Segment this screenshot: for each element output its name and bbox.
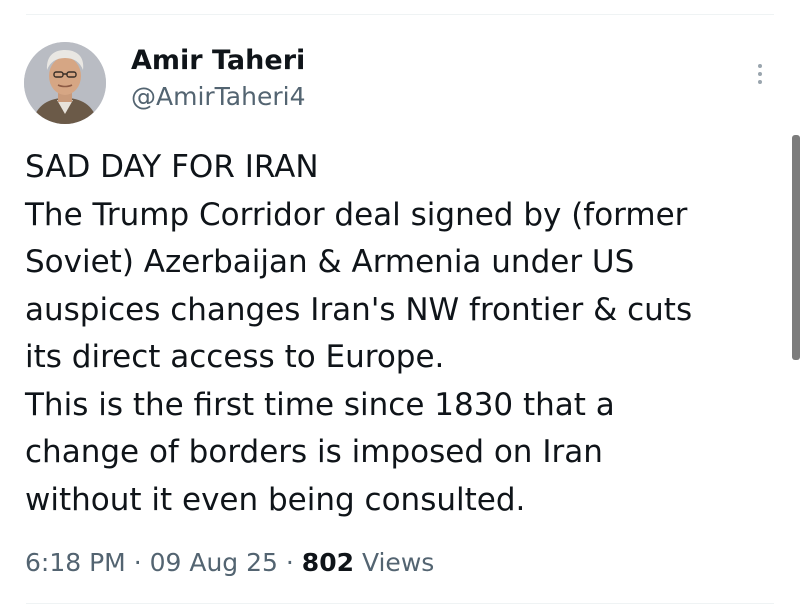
tweet-date[interactable]: 09 Aug 25: [150, 548, 278, 577]
tweet-line: without it even being consulted.: [25, 481, 526, 518]
tweet-time[interactable]: 6:18 PM: [25, 548, 126, 577]
tweet-line: change of borders is imposed on Iran: [25, 434, 603, 470]
bottom-divider: [26, 603, 774, 604]
separator: ·: [285, 548, 294, 577]
avatar[interactable]: [24, 42, 106, 124]
scrollbar[interactable]: [792, 135, 800, 360]
more-dot: [758, 72, 762, 76]
tweet-text: SAD DAY FOR IRAN The Trump Corridor deal…: [25, 144, 765, 524]
tweet-metadata: 6:18 PM · 09 Aug 25 · 802 Views: [25, 545, 434, 581]
more-dot: [758, 80, 762, 84]
tweet-line: its direct access to Europe.: [25, 339, 445, 375]
tweet-line: The Trump Corridor deal signed by (forme…: [25, 196, 688, 233]
tweet-line: Soviet) Azerbaijan & Armenia under US: [25, 244, 635, 280]
tweet-line: auspices changes Iran's NW frontier & cu…: [25, 291, 693, 328]
more-dot: [758, 64, 762, 68]
separator: ·: [133, 548, 142, 577]
more-options-button[interactable]: [748, 58, 772, 90]
views-label: Views: [361, 548, 435, 577]
tweet-line: This is the first time since 1830 that a: [25, 386, 615, 423]
top-divider: [26, 14, 774, 15]
avatar-image: [24, 42, 106, 124]
tweet-line: SAD DAY FOR IRAN: [25, 149, 319, 185]
author-name[interactable]: Amir Taheri: [131, 45, 305, 77]
views-count: 802: [301, 548, 354, 577]
author-handle[interactable]: @AmirTaheri4: [131, 82, 306, 112]
